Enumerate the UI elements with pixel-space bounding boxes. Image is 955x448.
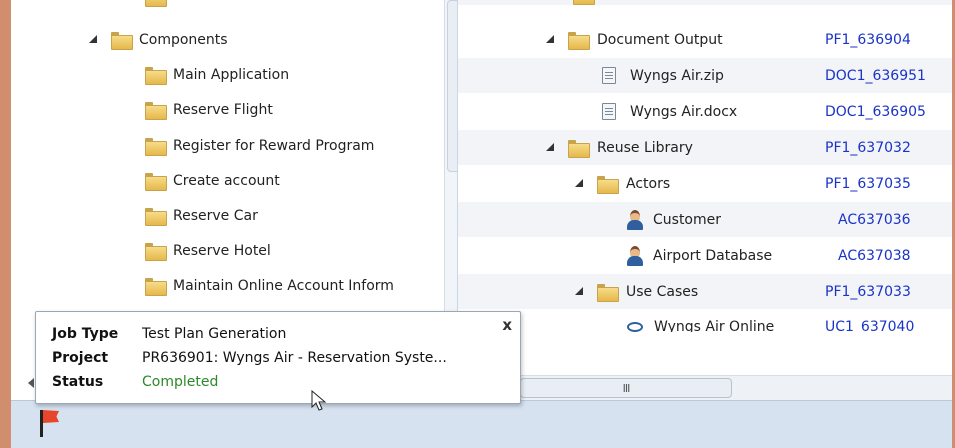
document-icon: [602, 67, 616, 84]
tree-item[interactable]: Create account: [145, 166, 280, 196]
collapse-arrow-icon[interactable]: [573, 178, 585, 190]
scrollbar-thumb[interactable]: III: [520, 378, 732, 398]
scroll-left-arrow-icon[interactable]: [28, 378, 34, 388]
tree-item-components[interactable]: Components: [87, 25, 228, 55]
use-case-icon: [627, 322, 643, 332]
project-row: Project PR636901: Wyngs Air - Reservatio…: [52, 350, 447, 366]
mouse-pointer-icon: [311, 390, 327, 411]
row-id-link[interactable]: DOC1_636905: [825, 104, 926, 120]
folder-icon: [145, 208, 167, 226]
close-icon[interactable]: x: [502, 316, 512, 334]
row-name: Wyngs Air.docx: [630, 103, 738, 120]
folder-icon: [597, 283, 619, 302]
folder-icon: [145, 0, 167, 7]
row-id-link[interactable]: PF1_637035: [825, 176, 911, 192]
folder-icon: [568, 31, 590, 50]
folder-icon: [145, 67, 167, 85]
row-id-link[interactable]: PF1_636904: [825, 32, 911, 48]
tree-item-label: Reserve Hotel: [173, 243, 271, 259]
tree-item-label: Register for Reward Program: [173, 138, 375, 154]
scrollbar-thumb[interactable]: [447, 0, 457, 172]
tree-item[interactable]: Main Application: [145, 60, 289, 90]
tree-item-label: Components: [139, 32, 228, 48]
tree-item[interactable]: Reserve Flight: [145, 95, 273, 125]
row-id-link[interactable]: UC1_637040: [825, 319, 914, 332]
job-type-value: Test Plan Generation: [142, 326, 287, 342]
folder-icon: [145, 278, 167, 296]
tree-item[interactable]: Reserve Hotel: [145, 236, 271, 266]
document-icon: [602, 103, 616, 120]
job-status-popup: x Job Type Test Plan Generation Project …: [35, 311, 521, 404]
table-row-clipped[interactable]: Wyngs Air Online UC1_637040: [458, 313, 952, 333]
status-row: Status Completed: [52, 374, 218, 390]
table-row[interactable]: Document Output PF1_636904: [458, 22, 952, 58]
tree-item[interactable]: Reserve Car: [145, 201, 258, 231]
table-row[interactable]: Wyngs Air.zip DOC1_636951: [458, 58, 952, 94]
row-id-link[interactable]: AC637038: [838, 248, 911, 264]
table-row[interactable]: Wyngs Air.docx DOC1_636905: [458, 94, 952, 130]
folder-icon: [145, 138, 167, 156]
table-row[interactable]: Airport Database AC637038: [458, 238, 952, 274]
actor-icon: [627, 245, 643, 266]
folder-icon: [145, 102, 167, 120]
tree-item[interactable]: Maintain Online Account Inform: [145, 271, 394, 301]
table-row[interactable]: Actors PF1_637035: [458, 166, 952, 202]
job-type-label: Job Type: [52, 326, 119, 342]
collapse-arrow-icon[interactable]: [544, 142, 556, 154]
folder-icon: [573, 0, 595, 5]
folder-icon: [568, 139, 590, 158]
tree-item[interactable]: Register for Reward Program: [145, 131, 374, 161]
row-name: Use Cases: [626, 283, 699, 300]
flag-icon[interactable]: [37, 408, 61, 438]
tree-item-label: Create account: [173, 173, 280, 189]
project-label: Project: [52, 350, 109, 366]
row-id-link[interactable]: AC637036: [838, 212, 911, 228]
bottom-toolbar: [11, 400, 952, 448]
collapse-arrow-icon[interactable]: [573, 286, 585, 298]
table-row[interactable]: Use Cases PF1_637033: [458, 274, 952, 310]
row-name: Wyngs Air Online: [654, 319, 775, 333]
collapse-arrow-icon[interactable]: [87, 34, 99, 46]
folder-icon: [111, 32, 133, 50]
row-id-link[interactable]: PF1_637033: [825, 284, 911, 300]
actor-icon: [627, 209, 643, 230]
folder-icon: [597, 175, 619, 194]
folder-icon: [145, 243, 167, 261]
table-row[interactable]: Reuse Library PF1_637032: [458, 130, 952, 166]
tree-item-label: Maintain Online Account Inform: [173, 278, 394, 294]
row-id-link[interactable]: PF1_637032: [825, 140, 911, 156]
status-label: Status: [52, 374, 104, 390]
collapse-arrow-icon[interactable]: [544, 34, 556, 46]
document-grid-pane: Document Output PF1_636904 Wyngs Air.zip…: [457, 0, 952, 400]
row-name: Document Output: [597, 31, 723, 48]
row-name: Wyngs Air.zip: [630, 67, 724, 84]
window-frame-left: [0, 0, 11, 448]
job-type-row: Job Type Test Plan Generation: [52, 326, 286, 342]
tree-item-clipped[interactable]: [145, 0, 167, 12]
tree-item-label: Reserve Car: [173, 208, 258, 224]
table-row-clipped[interactable]: [458, 0, 952, 6]
table-row[interactable]: Customer AC637036: [458, 202, 952, 238]
grid-horizontal-scrollbar[interactable]: III: [520, 375, 952, 400]
tree-item-label: Reserve Flight: [173, 102, 273, 118]
folder-icon: [145, 173, 167, 191]
tree-item-label: Main Application: [173, 67, 290, 83]
project-value: PR636901: Wyngs Air - Reservation Syste.…: [142, 350, 447, 366]
row-name: Customer: [653, 211, 722, 228]
row-name: Reuse Library: [597, 139, 693, 156]
row-name: Actors: [626, 175, 671, 192]
status-value: Completed: [142, 374, 219, 390]
scroll-grip-icon: III: [622, 381, 631, 395]
row-name: Airport Database: [653, 247, 773, 264]
row-id-link[interactable]: DOC1_636951: [825, 68, 926, 84]
